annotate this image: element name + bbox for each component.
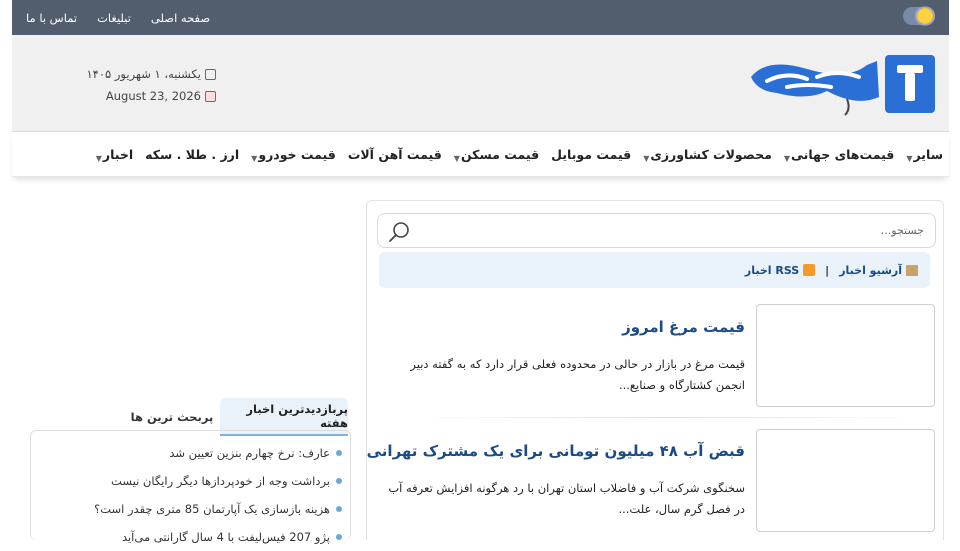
- article-divider: [407, 417, 927, 418]
- article-title[interactable]: قیمت مرغ امروز: [622, 318, 745, 336]
- chevron-down-icon: ▼: [251, 154, 258, 163]
- chevron-down-icon: ▼: [95, 154, 102, 163]
- date-block: یکشنبه، ۱ شهریور ۱۴۰۵ August 23, 2026: [76, 63, 216, 107]
- rss-link[interactable]: RSS اخبار: [745, 264, 816, 277]
- article-item: قبض آب ۴۸ میلیون تومانی برای یک مشترک ته…: [367, 429, 935, 535]
- persian-date: یکشنبه، ۱ شهریور ۱۴۰۵: [86, 67, 202, 81]
- nav-item-currency-gold[interactable]: ارز . طلا . سکه: [145, 147, 239, 162]
- sidebar-box: عارف: نرخ چهارم بنزین تعیین شد برداشت وج…: [30, 430, 351, 544]
- sidebar-list: عارف: نرخ چهارم بنزین تعیین شد برداشت وج…: [37, 439, 342, 551]
- nav-item-agriculture[interactable]: محصولات کشاورزی ▼: [643, 147, 772, 163]
- gregorian-date: August 23, 2026: [105, 89, 201, 103]
- chevron-down-icon: ▼: [783, 154, 790, 163]
- archive-icon: [906, 264, 918, 276]
- nav-item-mobile-price[interactable]: قیمت موبایل: [551, 147, 631, 162]
- nav-item-iron-price[interactable]: قیمت آهن آلات: [348, 147, 442, 162]
- top-links: تماس با ما تبلیغات صفحه اصلی: [26, 0, 210, 35]
- list-item[interactable]: پژو 207 فیس‌لیفت با 4 سال گارانتی می‌آید: [37, 523, 342, 551]
- search-icon[interactable]: [388, 221, 410, 243]
- calendar-icon: [205, 90, 216, 102]
- rss-icon: [803, 264, 816, 276]
- nav-item-housing-price[interactable]: قیمت مسکن ▼: [453, 147, 539, 163]
- nav-item-global-prices[interactable]: قیمت‌های جهانی ▼: [783, 147, 895, 163]
- top-link-ads[interactable]: تبلیغات: [97, 11, 131, 25]
- chevron-down-icon: ▼: [906, 154, 913, 163]
- nav-item-news[interactable]: اخبار ▼: [95, 147, 133, 163]
- article-summary: سخنگوی شرکت آب و فاضلاب استان تهران با ر…: [388, 481, 745, 516]
- article-item: قیمت مرغ امروز قیمت مرغ در بازار در حالی…: [379, 304, 935, 410]
- sun-icon: [917, 8, 933, 24]
- list-item[interactable]: برداشت وجه از خودپردازها دیگر رایگان نیس…: [37, 467, 342, 495]
- site-header: یکشنبه، ۱ شهریور ۱۴۰۵ August 23, 2026: [12, 35, 949, 132]
- site-logo[interactable]: [747, 47, 939, 119]
- article-thumbnail[interactable]: [756, 304, 935, 407]
- main-content: RSS اخبار | آرشیو اخبار قیمت مرغ امروز ق…: [366, 200, 944, 540]
- chevron-down-icon: ▼: [453, 154, 460, 163]
- main-nav: اخبار ▼ ارز . طلا . سکه قیمت خودرو ▼ قیمت …: [12, 132, 949, 177]
- feed-bar: RSS اخبار | آرشیو اخبار: [379, 252, 930, 288]
- nav-item-car-price[interactable]: قیمت خودرو ▼: [251, 147, 336, 163]
- nav-item-other[interactable]: سایر ▼: [906, 147, 943, 163]
- list-item[interactable]: عارف: نرخ چهارم بنزین تعیین شد: [37, 439, 342, 467]
- top-link-contact[interactable]: تماس با ما: [26, 11, 77, 25]
- top-bar: تماس با ما تبلیغات صفحه اصلی: [12, 0, 949, 35]
- feed-separator: |: [825, 263, 830, 277]
- search-box: [377, 213, 936, 248]
- theme-toggle[interactable]: [903, 7, 935, 25]
- article-summary: قیمت مرغ در بازار در حالی در محدوده فعلی…: [410, 357, 745, 392]
- chevron-down-icon: ▼: [643, 154, 650, 163]
- calendar-icon: [205, 68, 216, 80]
- article-title[interactable]: قبض آب ۴۸ میلیون تومانی برای یک مشترک ته…: [367, 442, 745, 460]
- list-item[interactable]: هزینه بازسازی یک آپارتمان 85 متری چقدر ا…: [37, 495, 342, 523]
- archive-link[interactable]: آرشیو اخبار: [839, 264, 918, 277]
- search-input[interactable]: [418, 214, 928, 247]
- top-link-home[interactable]: صفحه اصلی: [151, 11, 210, 25]
- article-thumbnail[interactable]: [756, 429, 935, 532]
